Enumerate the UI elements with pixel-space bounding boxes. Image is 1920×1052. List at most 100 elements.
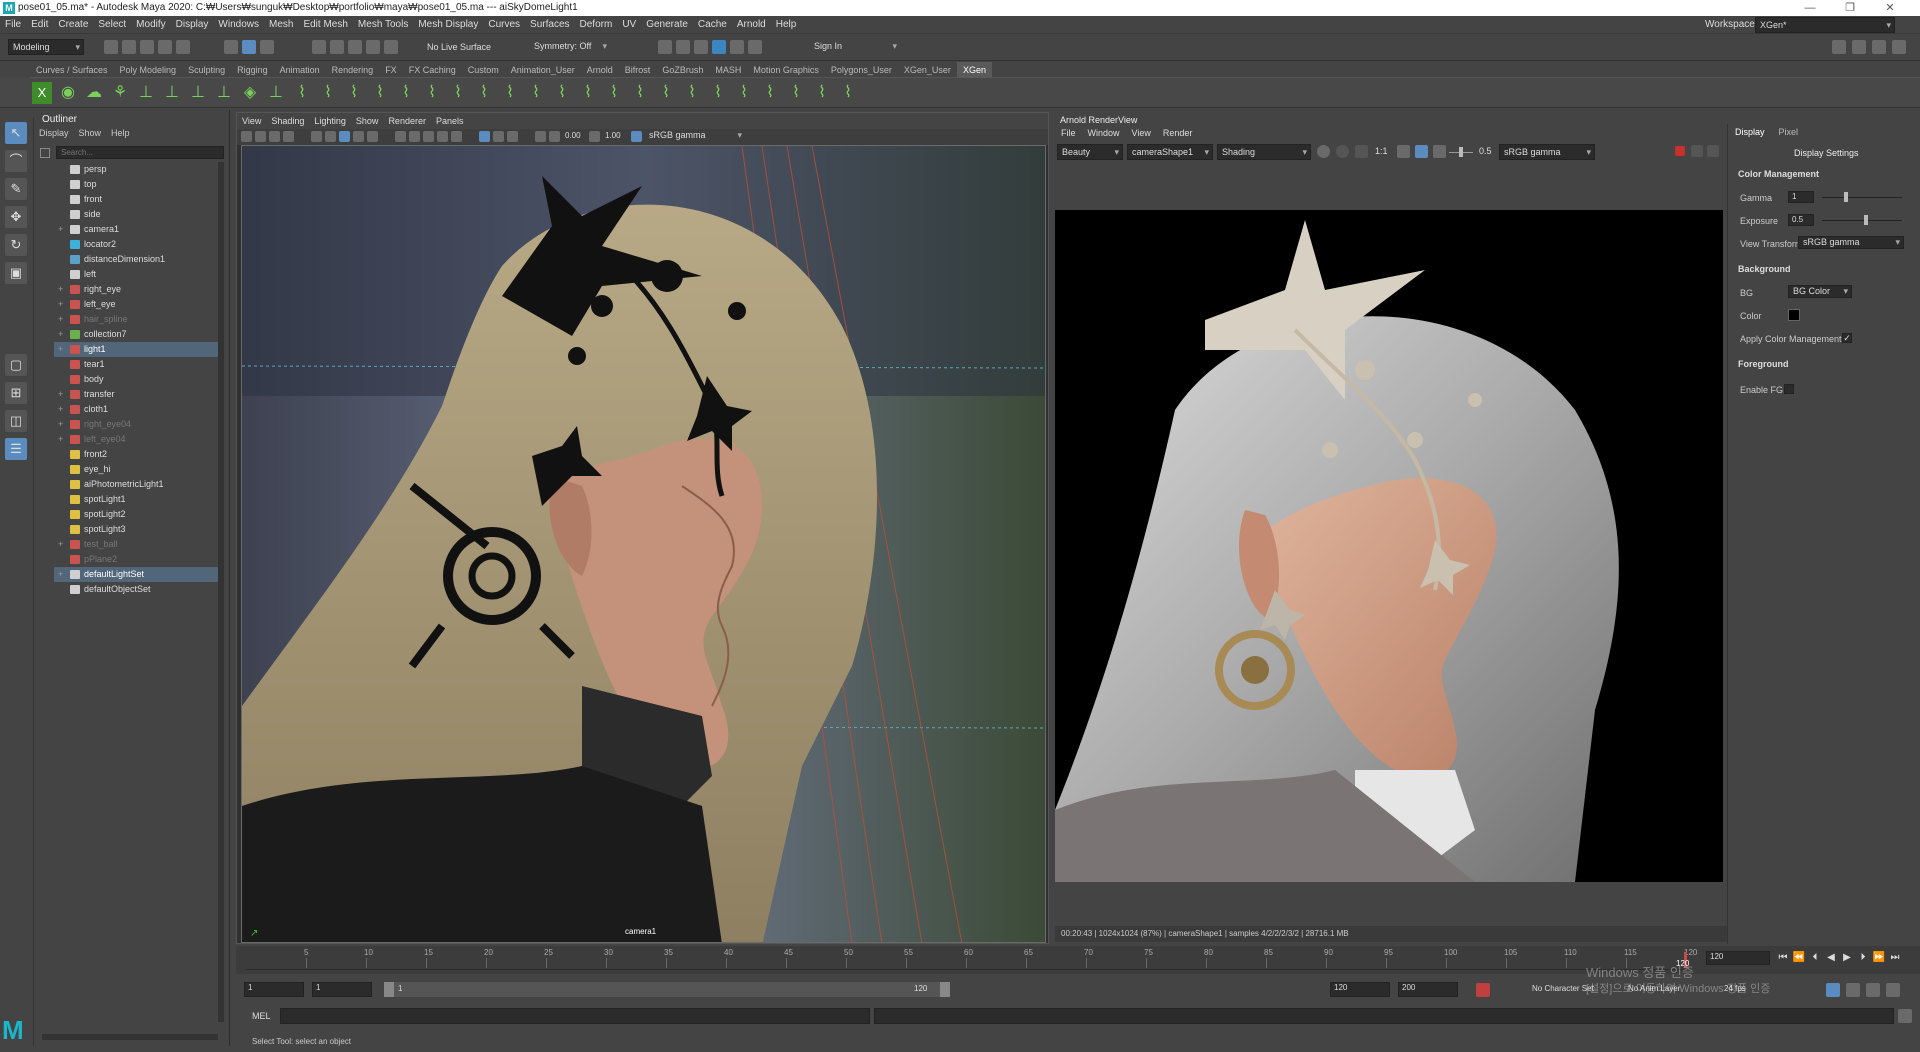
outliner-item-hair-spline[interactable]: + hair_spline [54,312,222,327]
exposure-field[interactable]: 0.5 [1788,214,1814,226]
smooth-shade-icon[interactable] [409,131,420,142]
xgen-scale-icon[interactable]: ⌇ [630,82,650,104]
refresh-render-icon[interactable] [1691,145,1703,157]
xgen-interactive-groom-icon[interactable]: ⊥ [214,82,234,104]
channel-box-icon[interactable] [1892,40,1906,54]
range-end-handle[interactable] [940,982,950,997]
outliner-menu-help[interactable]: Help [106,128,135,138]
tool-settings-icon[interactable] [1872,40,1886,54]
menu-mesh-tools[interactable]: Mesh Tools [353,16,413,34]
outliner-menu-show[interactable]: Show [74,128,107,138]
play-forward-icon[interactable]: ▶ [1840,952,1854,964]
xgen-clumping-icon[interactable]: ⌇ [292,82,312,104]
viewport-menu-shading[interactable]: Shading [266,113,309,129]
shelf-tab-xgen[interactable]: XGen [956,62,992,78]
attribute-editor-icon[interactable] [1852,40,1866,54]
shelf-tab-motion-graphics[interactable]: Motion Graphics [747,62,825,78]
viewport-color-space-dropdown[interactable]: sRGB gamma [645,130,745,143]
menu-uv[interactable]: UV [617,16,641,34]
save-scene-icon[interactable] [140,40,154,54]
menu-edit-mesh[interactable]: Edit Mesh [298,16,352,34]
ipr-render-icon[interactable] [676,40,690,54]
gamma-slider-handle[interactable] [1844,192,1848,202]
redo-icon[interactable] [176,40,190,54]
close-icon[interactable]: ✕ [1870,0,1910,16]
four-view-layout-icon[interactable]: ⊞ [5,382,27,404]
isolate-icon[interactable] [1355,145,1368,158]
gamma-icon[interactable] [589,131,600,142]
wireframe-icon[interactable] [395,131,406,142]
select-object-icon[interactable] [242,40,256,54]
menu-deform[interactable]: Deform [575,16,618,34]
shelf-tab-fx-caching[interactable]: FX Caching [403,62,462,78]
renderview-settings-icon[interactable] [1707,145,1719,157]
select-camera-icon[interactable] [241,131,252,142]
fit-to-frame-icon[interactable] [1397,145,1410,158]
outliner-item-left[interactable]: left [54,267,222,282]
bookmark-icon[interactable] [269,131,280,142]
xgen-rotate-icon[interactable]: ⌇ [760,82,780,104]
shelf-tab-custom[interactable]: Custom [462,62,505,78]
xgen-select-icon[interactable]: ⌇ [708,82,728,104]
stop-render-icon[interactable] [1675,146,1685,156]
move-tool-icon[interactable]: ✥ [5,206,27,228]
paint-select-tool-icon[interactable]: ✎ [5,178,27,200]
outliner-item-aiphotometriclight1[interactable]: aiPhotometricLight1 [54,477,222,492]
menu-arnold[interactable]: Arnold [732,16,771,34]
viewport-gamma-value[interactable]: 1.00 [605,131,621,140]
hypershade-icon[interactable] [712,40,726,54]
snap-curve-icon[interactable] [330,40,344,54]
xgen-twist-icon[interactable]: ⌇ [604,82,624,104]
animation-start-field[interactable]: 1 [244,982,304,997]
bg-color-swatch[interactable] [1788,309,1800,321]
outliner-item-left-eye[interactable]: + left_eye [54,297,222,312]
outliner-menu-display[interactable]: Display [34,128,74,138]
renderview-menu-render[interactable]: Render [1157,128,1199,138]
live-surface-label[interactable]: No Live Surface [427,42,491,52]
xgen-coil-icon[interactable]: ⌇ [370,82,390,104]
outliner-item-spotlight2[interactable]: spotLight2 [54,507,222,522]
script-editor-icon[interactable] [1898,1009,1912,1023]
shelf-tab-sculpting[interactable]: Sculpting [182,62,231,78]
range-slider-bar[interactable]: 1 120 [384,982,950,997]
outliner-item-body[interactable]: body [54,372,222,387]
shelf-tab-curves-surfaces[interactable]: Curves / Surfaces [30,62,114,78]
xgen-mirror-icon[interactable]: ⌇ [682,82,702,104]
outliner-item-top[interactable]: top [54,177,222,192]
enable-fg-checkbox[interactable] [1784,384,1794,394]
zoom-ratio-label[interactable]: 1:1 [1375,146,1388,156]
lasso-tool-icon[interactable]: ⌒ [5,150,27,172]
single-perspective-layout-icon[interactable]: ▢ [5,354,27,376]
isolate-select-icon[interactable] [535,131,546,142]
outliner-item-eye-hi[interactable]: eye_hi [54,462,222,477]
viewport-menu-view[interactable]: View [237,113,266,129]
use-all-lights-icon[interactable] [437,131,448,142]
xgen-groom-icon[interactable]: ☁ [84,82,104,104]
character-set-dropdown[interactable]: No Character Set [1532,984,1594,993]
step-forward-frame-icon[interactable]: ⏵ [1856,952,1870,964]
workspace-dropdown[interactable]: XGen* [1755,17,1895,33]
mel-label[interactable]: MEL [252,1011,271,1021]
resolution-gate-icon[interactable] [339,131,350,142]
playback-options-icon[interactable] [1886,983,1900,997]
snap-view-icon[interactable] [366,40,380,54]
outliner-item-test-ball[interactable]: + test_ball [54,537,222,552]
shading-dropdown[interactable]: Shading [1217,144,1311,160]
xgen-flip-icon[interactable]: ⊥ [266,82,286,104]
renderview-color-space-dropdown[interactable]: sRGB gamma [1499,144,1595,160]
xgen-cut-icon[interactable]: ⌇ [318,82,338,104]
playback-start-field[interactable]: 1 [312,982,372,997]
menu-curves[interactable]: Curves [483,16,525,34]
snap-grid-icon[interactable] [312,40,326,54]
step-back-key-icon[interactable]: ⏪ [1792,952,1806,964]
expand-icon[interactable]: + [58,402,63,417]
menu-generate[interactable]: Generate [641,16,693,34]
symmetry-dropdown[interactable]: Symmetry: Off [530,39,610,55]
shelf-tab-xgen-user[interactable]: XGen_User [898,62,957,78]
viewport-exposure-value[interactable]: 0.00 [565,131,581,140]
menu-cache[interactable]: Cache [693,16,732,34]
shelf-tab-animation[interactable]: Animation [274,62,326,78]
bg-dropdown[interactable]: BG Color [1788,285,1852,298]
snap-surface-icon[interactable] [384,40,398,54]
new-scene-icon[interactable] [104,40,118,54]
